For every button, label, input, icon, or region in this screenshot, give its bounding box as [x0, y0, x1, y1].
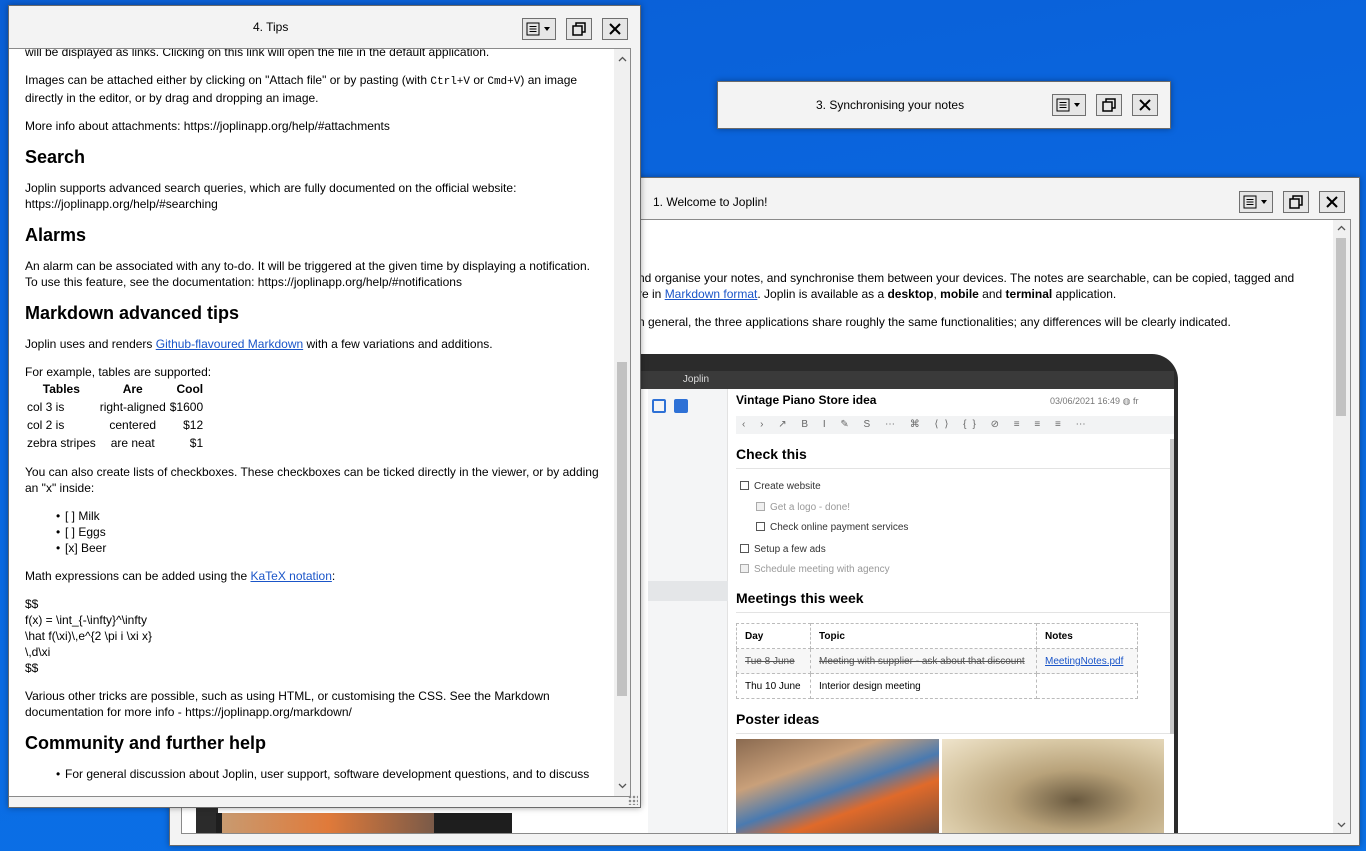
tips-p-search: Joplin supports advanced search queries,…	[25, 181, 517, 211]
tips-window[interactable]: 4. Tips will be displayed as links. Clic…	[8, 5, 641, 808]
todo-icon	[674, 399, 688, 413]
table-row: zebra stripes are neat $1	[27, 436, 204, 450]
tips-menu-button[interactable]	[522, 18, 556, 40]
app-check-4: Schedule meeting with agency	[740, 564, 890, 575]
sync-menu-button[interactable]	[1052, 94, 1086, 116]
app-check-0: Create website	[740, 481, 821, 492]
tips-p-attach: More info about attachments: https://jop…	[25, 119, 390, 133]
app-check-2: Check online payment services	[756, 522, 908, 533]
tips-p-images: Images can be attached either by clickin…	[25, 73, 578, 105]
scroll-up-icon[interactable]	[614, 51, 630, 67]
restore-icon	[1289, 195, 1303, 209]
app-h-poster: Poster ideas	[736, 711, 820, 727]
app-editor: Vintage Piano Store idea 03/06/2021 16:4…	[728, 389, 1174, 833]
tips-p-math: Math expressions can be added using the …	[25, 569, 336, 583]
tips-p-checkbox: You can also create lists of checkboxes.…	[25, 465, 599, 495]
table-row: col 2 is centered $12	[27, 418, 204, 432]
tips-close-button[interactable]	[602, 18, 628, 40]
tips-restore-button[interactable]	[566, 18, 592, 40]
sync-titlebar[interactable]: 3. Synchronising your notes	[718, 82, 1170, 128]
restore-icon	[1102, 98, 1116, 112]
app-h-check: Check this	[736, 446, 807, 462]
list-item: [ ] Eggs	[56, 524, 600, 540]
welcome-close-button[interactable]	[1319, 191, 1345, 213]
katex-link[interactable]: KaTeX notation	[250, 569, 331, 583]
note-icon	[652, 399, 666, 413]
menu-lines-icon	[1243, 195, 1267, 209]
tips-h-alarms: Alarms	[25, 225, 87, 245]
tips-scrollbar[interactable]	[614, 49, 630, 796]
checkbox-icon	[756, 522, 765, 531]
list-item: [ ] Milk	[56, 508, 600, 524]
tips-p-tricks: Various other tricks are possible, such …	[25, 689, 550, 719]
tips-h-community: Community and further help	[25, 733, 267, 753]
app-editor-scrollbar	[1170, 439, 1174, 734]
scroll-down-icon[interactable]	[1333, 817, 1349, 833]
table-row: col 3 is right-aligned $1600	[27, 400, 204, 414]
app-toolbar: ‹ › ↗ B I ✎ S ⋯ ⌘ ⟨⟩ {} ⊘ ≡ ≡ ≡ ⋯	[736, 416, 1174, 434]
tips-p-alarms: An alarm can be associated with any to-d…	[25, 259, 590, 289]
tips-h-search: Search	[25, 147, 86, 167]
welcome-line-1: nd organise your notes, and synchronise …	[638, 271, 1295, 285]
welcome-restore-button[interactable]	[1283, 191, 1309, 213]
close-icon	[1139, 99, 1151, 111]
meeting-notes-link: MeetingNotes.pdf	[1045, 655, 1124, 667]
app-note-date: 03/06/2021 16:49 ◍ fr	[1050, 396, 1139, 406]
device-lower-left	[216, 813, 512, 833]
sync-restore-button[interactable]	[1096, 94, 1122, 116]
scroll-down-icon[interactable]	[614, 778, 630, 794]
tips-document: will be displayed as links. Clicking on …	[25, 48, 600, 794]
app-check-1: Get a logo - done!	[756, 502, 850, 513]
tips-table: Tables Are Cool col 3 is right-aligned $…	[27, 382, 204, 450]
tips-p-top: will be displayed as links. Clicking on …	[25, 48, 490, 59]
resize-grip-icon[interactable]	[628, 795, 638, 805]
tips-p-tables: For example, tables are supported:	[25, 365, 212, 379]
app-meetings-table: Day Topic Notes Tue 8 June Meeting with …	[736, 623, 1138, 699]
markdown-format-link[interactable]: Markdown format	[665, 287, 758, 301]
app-h-meetings: Meetings this week	[736, 590, 864, 606]
poster-image-turntable	[942, 739, 1164, 833]
app-note-title: Vintage Piano Store idea	[736, 393, 877, 407]
list-item: [x] Beer	[56, 540, 600, 556]
list-item: For general discussion about Joplin, use…	[56, 766, 600, 782]
globe-icon: ◍	[1122, 396, 1131, 406]
tips-content[interactable]: will be displayed as links. Clicking on …	[9, 48, 631, 797]
scroll-up-icon[interactable]	[1333, 220, 1349, 236]
github-markdown-link[interactable]: Github-flavoured Markdown	[156, 337, 303, 351]
restore-icon	[572, 22, 586, 36]
app-notelist	[648, 389, 728, 833]
checkbox-checked-icon	[756, 502, 765, 511]
checkbox-icon	[740, 481, 749, 490]
welcome-line-3: n general, the three applications share …	[638, 315, 1231, 329]
tips-community-list: For general discussion about Joplin, use…	[56, 766, 600, 782]
close-icon	[1326, 196, 1338, 208]
welcome-title: 1. Welcome to Joplin!	[653, 195, 768, 209]
sync-close-button[interactable]	[1132, 94, 1158, 116]
menu-lines-icon	[526, 22, 550, 36]
welcome-line-2: re in Markdown format. Joplin is availab…	[638, 287, 1117, 301]
tips-math-block: $$ f(x) = \int_{-\infty}^\infty \hat f(\…	[25, 597, 153, 675]
tips-h-markdown: Markdown advanced tips	[25, 303, 240, 323]
checkbox-checked-icon	[740, 564, 749, 573]
tips-p-md: Joplin uses and renders Github-flavoured…	[25, 337, 493, 351]
tips-checklist: [ ] Milk [ ] Eggs [x] Beer	[56, 508, 600, 556]
tips-title: 4. Tips	[253, 20, 289, 34]
sync-title: 3. Synchronising your notes	[816, 98, 965, 112]
welcome-menu-button[interactable]	[1239, 191, 1273, 213]
welcome-scrollbar[interactable]	[1333, 220, 1350, 833]
welcome-scroll-thumb[interactable]	[1336, 238, 1346, 416]
close-icon	[609, 23, 621, 35]
poster-image-piano	[736, 739, 939, 833]
welcome-text: nd organise your notes, and synchronise …	[638, 270, 1328, 330]
checkbox-icon	[740, 544, 749, 553]
app-check-3: Setup a few ads	[740, 544, 826, 555]
menu-lines-icon	[1056, 98, 1080, 112]
tips-scroll-thumb[interactable]	[617, 362, 627, 696]
sync-window[interactable]: 3. Synchronising your notes	[717, 81, 1171, 129]
tips-titlebar[interactable]: 4. Tips	[9, 6, 640, 48]
